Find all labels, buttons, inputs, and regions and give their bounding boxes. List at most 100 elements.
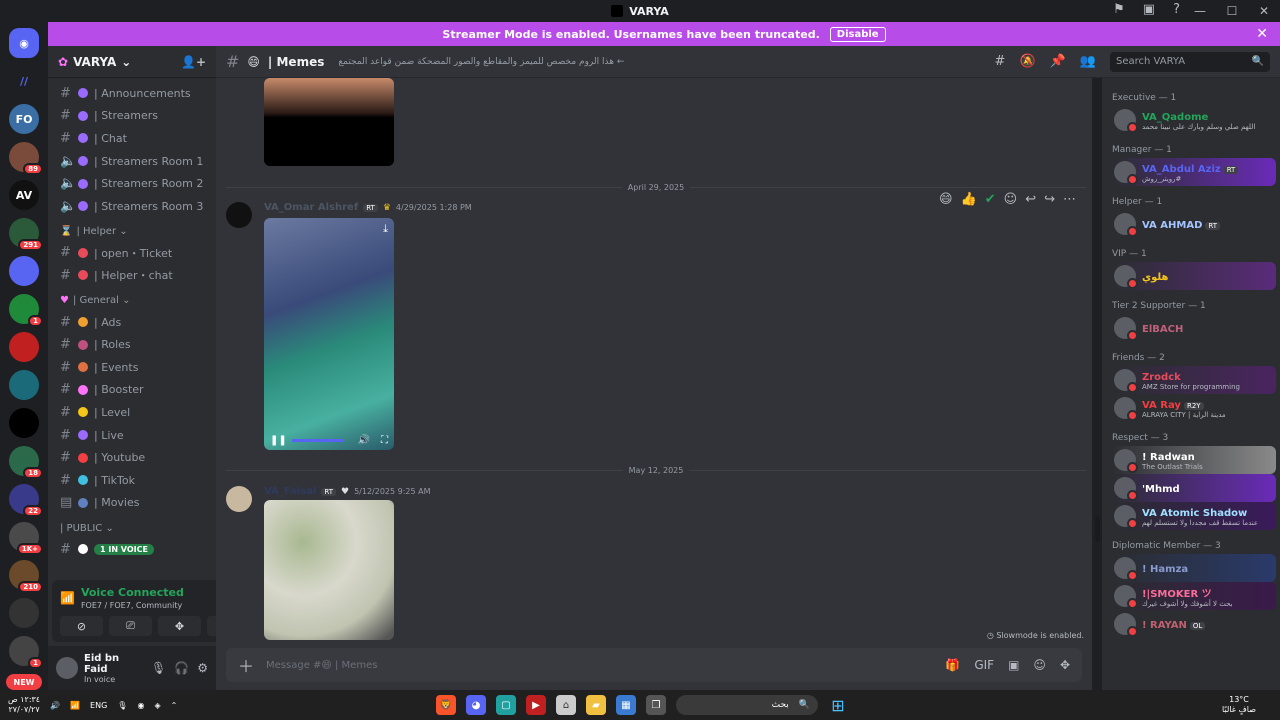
- avatar[interactable]: [226, 486, 252, 512]
- member-item[interactable]: VA AHMAD RT: [1112, 210, 1276, 238]
- folder-icon[interactable]: ▰: [586, 695, 606, 715]
- channel-item[interactable]: # | Announcements: [54, 82, 210, 105]
- channel-topic[interactable]: هذا الروم مخصص للميمز والمقاطع والصور ال…: [338, 57, 624, 67]
- author-name[interactable]: VA_Omar Alshref: [264, 202, 358, 213]
- server-header[interactable]: ✿ VARYA ⌄ 👤+: [48, 46, 216, 78]
- apps-icon[interactable]: ✥: [1060, 658, 1070, 672]
- category-public[interactable]: | PUBLIC ⌄: [54, 518, 210, 538]
- add-attachment-icon[interactable]: ＋: [238, 653, 254, 677]
- volume-icon[interactable]: 🔊: [358, 435, 370, 446]
- chevron-up-icon[interactable]: ⌃: [171, 701, 178, 710]
- microphone-icon[interactable]: 🎙: [151, 661, 166, 675]
- server-icon[interactable]: [9, 408, 39, 438]
- server-icon[interactable]: 1K+: [9, 522, 43, 555]
- screen-share-button[interactable]: ⎚: [109, 616, 152, 636]
- maximize-button[interactable]: ☐: [1216, 4, 1248, 18]
- video-attachment[interactable]: ⤓ ❚❚ 🔊 ⛶: [264, 218, 394, 450]
- disable-button[interactable]: Disable: [829, 26, 886, 42]
- gif-icon[interactable]: GIF: [974, 658, 994, 672]
- server-icon[interactable]: 22: [9, 484, 43, 517]
- member-item[interactable]: ! Hamza: [1112, 554, 1276, 582]
- discord-home-button[interactable]: ◉: [9, 28, 39, 58]
- close-window-button[interactable]: ✕: [1248, 4, 1280, 18]
- windows-start-icon[interactable]: ⊞: [828, 695, 848, 715]
- language-indicator[interactable]: ENG: [90, 701, 107, 710]
- image-attachment[interactable]: [264, 500, 394, 640]
- pin-icon[interactable]: 📌: [1050, 54, 1066, 69]
- inbox-icon[interactable]: ⚑: [1113, 2, 1125, 17]
- member-item[interactable]: ! Radwan The Outlast Trials: [1112, 446, 1276, 474]
- gear-icon[interactable]: ⚙: [197, 661, 208, 675]
- channel-item[interactable]: # | Booster: [54, 379, 210, 402]
- channel-item[interactable]: # | TikTok: [54, 469, 210, 492]
- channel-item[interactable]: # | Roles: [54, 333, 210, 356]
- channel-item[interactable]: # | Chat: [54, 127, 210, 150]
- member-item[interactable]: VA Ray R2Y ALRAYA CITY | مدينة الراية: [1112, 394, 1276, 422]
- server-icon[interactable]: [9, 256, 39, 286]
- channel-item[interactable]: # | Youtube: [54, 446, 210, 469]
- channel-item[interactable]: # | Events: [54, 356, 210, 379]
- fullscreen-icon[interactable]: ⛶: [381, 435, 388, 446]
- channel-item[interactable]: # | Live: [54, 424, 210, 447]
- member-item[interactable]: ElBACH: [1112, 314, 1276, 342]
- message[interactable]: VA_Omar Alshref RT ♛ 4/29/2025 1:28 PM ⤓…: [226, 202, 1086, 462]
- shield-icon[interactable]: ◈: [154, 701, 160, 710]
- discord-icon[interactable]: ◕: [466, 695, 486, 715]
- volume-icon[interactable]: 🔊: [50, 701, 60, 710]
- voice-channel-item[interactable]: 🔈 | Streamers Room 1: [54, 150, 210, 173]
- server-icon[interactable]: 291: [9, 218, 43, 251]
- server-icon[interactable]: FO: [9, 104, 39, 134]
- scrollbar[interactable]: [1095, 516, 1100, 542]
- clock[interactable]: ١٢:٣٤ ص ٢٧/٠٧/٢٧: [8, 695, 40, 715]
- server-icon[interactable]: 1: [9, 636, 43, 669]
- member-item[interactable]: !|SMOKER ツ بحث لا أشوفك ولا أشوف غيرك: [1112, 582, 1276, 610]
- store-icon[interactable]: ▦: [616, 695, 636, 715]
- member-item[interactable]: VA Atomic Shadow عندما تسقط قف مجددا ولا …: [1112, 502, 1276, 530]
- voice-channel-item[interactable]: 🔈 | Streamers Room 2: [54, 172, 210, 195]
- help-icon[interactable]: ?: [1173, 2, 1180, 17]
- pause-icon[interactable]: ❚❚: [270, 435, 287, 446]
- emoji-picker-icon[interactable]: ☺: [1033, 658, 1046, 672]
- brave-icon[interactable]: 🦁: [436, 695, 456, 715]
- task-view-icon[interactable]: ❐: [646, 695, 666, 715]
- message[interactable]: VA_Faisal RT ♥ 5/12/2025 9:25 AM: [226, 486, 1086, 644]
- server-icon[interactable]: 89: [9, 142, 43, 175]
- server-icon[interactable]: [9, 370, 39, 400]
- avatar[interactable]: [226, 202, 252, 228]
- search-input[interactable]: Search VARYA 🔍: [1110, 51, 1270, 72]
- download-icon[interactable]: ⤓: [383, 222, 388, 236]
- server-icon[interactable]: 1: [9, 294, 43, 327]
- server-icon[interactable]: [9, 598, 39, 628]
- steam-icon[interactable]: ◉: [137, 701, 144, 710]
- member-item[interactable]: ! RAYAN OL: [1112, 610, 1276, 638]
- voice-channel-item[interactable]: 🔈 | Streamers Room 3: [54, 195, 210, 218]
- channel-item[interactable]: ▤ | Movies: [54, 492, 210, 515]
- category-general[interactable]: ♥ | General ⌄: [54, 291, 210, 311]
- member-item[interactable]: Zrodck AMZ Store for programming: [1112, 366, 1276, 394]
- app-icon[interactable]: ▢: [496, 695, 516, 715]
- microphone-icon[interactable]: 🎙: [117, 701, 127, 710]
- server-icon[interactable]: 18: [9, 446, 43, 479]
- channel-item[interactable]: # | Helper・chat: [54, 264, 210, 287]
- gift-icon[interactable]: 🎁: [945, 658, 960, 672]
- author-name[interactable]: VA_Faisal: [264, 486, 316, 497]
- sticker-icon[interactable]: ▣: [1008, 658, 1019, 672]
- server-icon[interactable]: [9, 332, 39, 362]
- channel-item[interactable]: # | Level: [54, 401, 210, 424]
- member-item[interactable]: هلوي: [1112, 262, 1276, 290]
- wifi-icon[interactable]: 📶: [70, 701, 80, 710]
- close-icon[interactable]: ✕: [1256, 26, 1268, 42]
- channel-item[interactable]: # | Streamers: [54, 105, 210, 128]
- nitro-icon[interactable]: //: [9, 66, 39, 96]
- avatar[interactable]: [56, 657, 78, 679]
- invite-icon[interactable]: 👤+: [181, 55, 206, 69]
- minimize-button[interactable]: —: [1184, 4, 1216, 18]
- member-item[interactable]: VA_Qadome اللهم صلي وسلم وبارك على نبينا …: [1112, 106, 1276, 134]
- image-attachment[interactable]: [264, 78, 394, 166]
- category-helper[interactable]: ⌛ | Helper ⌄: [54, 222, 210, 242]
- threads-icon[interactable]: #: [995, 54, 1006, 69]
- activities-button[interactable]: ✥: [158, 616, 201, 636]
- monitor-icon[interactable]: ▣: [1143, 2, 1155, 17]
- user-info[interactable]: Eid bn Faid In voice: [84, 653, 145, 684]
- channel-item[interactable]: # | Ads: [54, 311, 210, 334]
